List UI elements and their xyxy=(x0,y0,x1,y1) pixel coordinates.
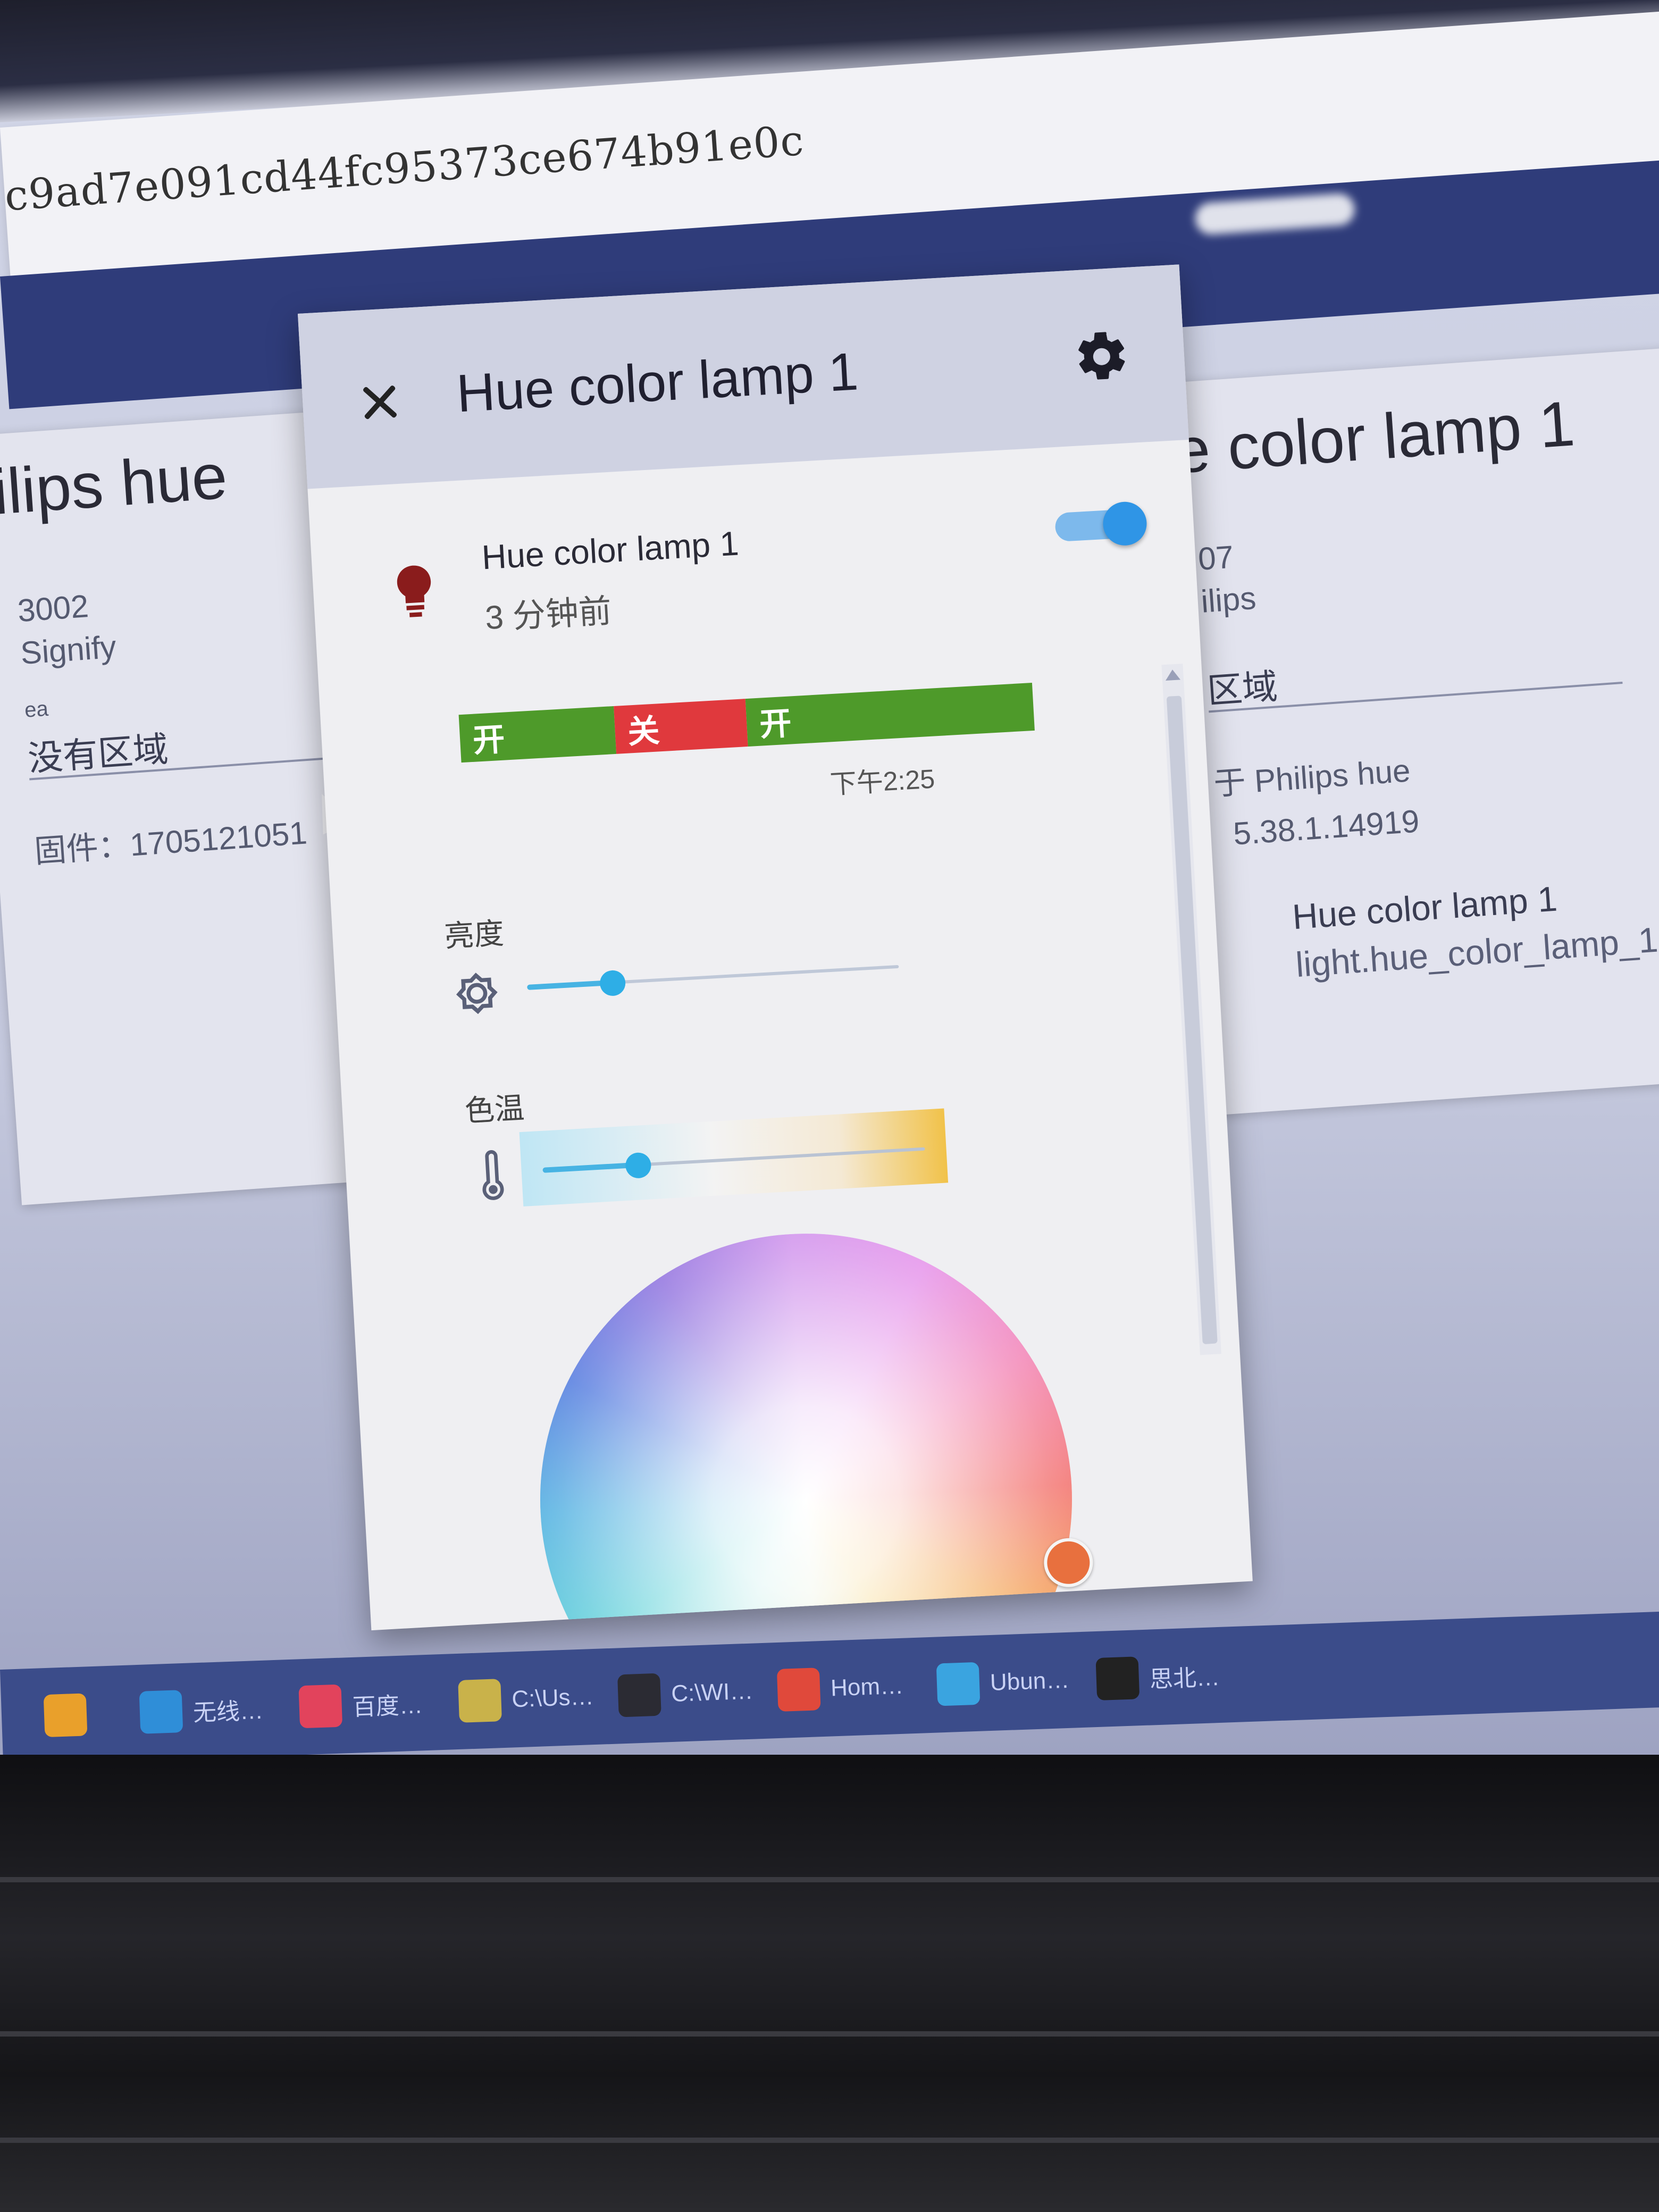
entity-manufacturer: ilips xyxy=(1200,580,1258,619)
more-info-dialog: Hue color lamp 1 Hue color lamp 1 3 分钟前 … xyxy=(298,264,1253,1631)
scroll-up-arrow[interactable] xyxy=(1164,669,1181,681)
power-toggle[interactable] xyxy=(1054,500,1148,548)
notepad-icon xyxy=(458,1679,502,1723)
entity-row-name[interactable]: Hue color lamp 1 xyxy=(1291,878,1559,937)
taskbar-item[interactable]: 百度… xyxy=(298,1676,423,1733)
taskbar-item[interactable]: 无线… xyxy=(139,1682,264,1739)
history-segment[interactable]: 开 xyxy=(458,706,616,763)
color-temp-fill xyxy=(542,1162,639,1173)
vm-icon xyxy=(936,1662,981,1706)
device-model: 3002 xyxy=(16,588,90,629)
version-text: 5.38.1.14919 xyxy=(1232,803,1421,852)
brightness-knob[interactable] xyxy=(599,969,626,997)
area-select[interactable]: 没有区域 xyxy=(26,720,170,781)
lightbulb-icon xyxy=(397,565,431,617)
brightness-icon xyxy=(456,973,498,1015)
close-icon[interactable] xyxy=(361,383,400,422)
taskbar-item[interactable] xyxy=(43,1688,98,1742)
history-segment[interactable]: 开 xyxy=(745,682,1035,747)
device-manufacturer: Signify xyxy=(19,629,118,672)
color-temp-label: 色温 xyxy=(464,1091,525,1128)
keyboard-edge xyxy=(0,2031,1659,2037)
last-changed: 3 分钟前 xyxy=(484,592,613,637)
state-history-timeline: 下午2:25 开关开 xyxy=(458,682,1037,800)
brightness-slider[interactable] xyxy=(526,951,900,1004)
chrome-icon xyxy=(776,1668,821,1712)
entity-name: Hue color lamp 1 xyxy=(481,524,740,577)
entity-card-title: e color lamp 1 xyxy=(1172,388,1577,487)
color-wheel[interactable] xyxy=(525,1216,1130,1621)
thermometer-icon xyxy=(482,1150,504,1200)
windows-taskbar: 无线… 百度… C:\Us… C:\WI… Hom… Ubun… 思北… xyxy=(0,1608,1659,1755)
taskbar-item-label: 百度… xyxy=(352,1692,423,1721)
color-wheel-saturation xyxy=(525,1219,1087,1621)
keyboard-edge xyxy=(0,2138,1659,2143)
background-entity-card: e color lamp 1 07 ilips 区域 于 Philips hue… xyxy=(1170,346,1659,1115)
url-text[interactable]: c9ad7e091cd44fc95373ce674b91e0c xyxy=(3,117,806,221)
gear-icon[interactable] xyxy=(1071,326,1133,388)
taskbar-item-label: 无线… xyxy=(192,1697,264,1727)
taskbar-item[interactable]: 思北… xyxy=(1095,1648,1220,1706)
taskbar-item[interactable]: C:\WI… xyxy=(617,1665,754,1723)
taskbar-item[interactable]: Ubun… xyxy=(936,1654,1070,1712)
taskbar-item-label: Ubun… xyxy=(990,1666,1070,1696)
area-label: ea xyxy=(23,697,49,722)
keyboard-edge xyxy=(0,1877,1659,1882)
firmware-text: 固件：1705121051 xyxy=(33,815,308,870)
entity-model: 07 xyxy=(1196,539,1235,577)
taskbar-item-label: Hom… xyxy=(830,1672,904,1702)
color-temp-knob[interactable] xyxy=(625,1152,652,1179)
taskbar-item[interactable]: C:\Us… xyxy=(458,1670,594,1728)
history-time-label: 下午2:25 xyxy=(829,764,936,800)
device-title: ilips hue xyxy=(0,440,230,528)
browser-icon xyxy=(298,1684,343,1729)
taskbar-item-label: C:\WI… xyxy=(671,1678,754,1707)
via-text: 于 Philips hue xyxy=(1212,752,1412,802)
entity-row: Hue color lamp 1 3 分钟前 xyxy=(309,477,1200,685)
screen-glare xyxy=(1194,192,1356,236)
monitor-screen: c9ad7e091cd44fc95373ce674b91e0c ilips hu… xyxy=(0,0,1659,1755)
toggle-thumb[interactable] xyxy=(1102,500,1148,547)
store-icon xyxy=(43,1693,88,1738)
dialog-title: Hue color lamp 1 xyxy=(455,341,860,424)
history-segment[interactable]: 关 xyxy=(613,699,748,754)
taskbar-item-label: 思北… xyxy=(1149,1664,1220,1693)
laptop-keyboard xyxy=(0,1755,1659,2212)
taskbar-item-label: C:\Us… xyxy=(511,1683,594,1713)
brightness-label: 亮度 xyxy=(443,916,505,953)
console-icon xyxy=(617,1673,661,1717)
entity-area-select[interactable]: 区域 xyxy=(1205,658,1279,714)
edge-icon xyxy=(139,1690,183,1734)
qq-icon xyxy=(1095,1656,1140,1701)
taskbar-item[interactable]: Hom… xyxy=(776,1660,904,1717)
